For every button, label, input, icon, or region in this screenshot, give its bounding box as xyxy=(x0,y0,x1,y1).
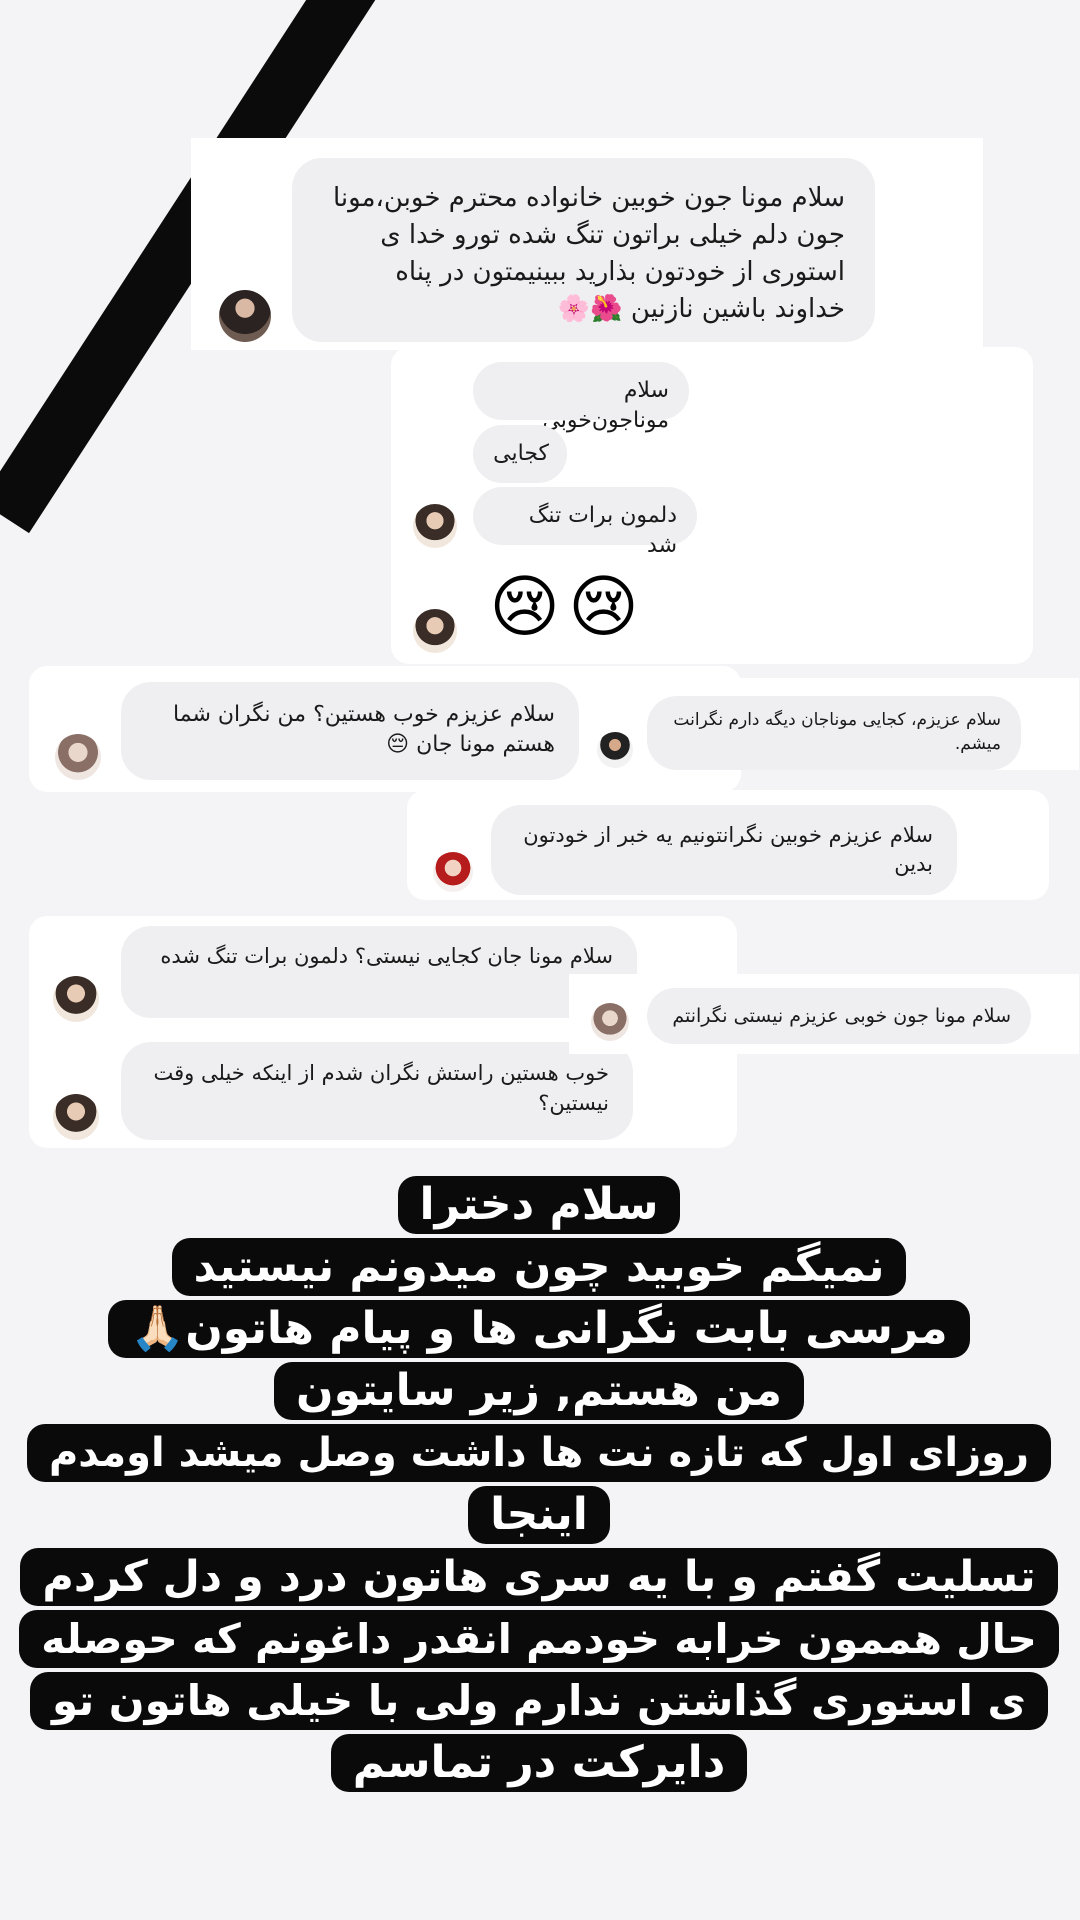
story-line: من هستم, زیر سایتون xyxy=(0,1362,1080,1420)
story-text-block: سلام دخترا نمیگم خوبید چون میدونم نیستید… xyxy=(0,0,1080,1920)
story-line-text: ی استوری گذاشتن ندارم ولی با خیلی هاتون … xyxy=(31,1672,1049,1730)
story-line: مرسی بابت نگرانی ها و پیام هاتون🙏🏻 xyxy=(0,1300,1080,1358)
story-line: اینجا xyxy=(0,1486,1080,1544)
story-line-text: من هستم, زیر سایتون xyxy=(275,1362,805,1420)
story-line-text: اینجا xyxy=(469,1486,611,1544)
story-line-text: مرسی بابت نگرانی ها و پیام هاتون🙏🏻 xyxy=(109,1300,971,1358)
story-line: تسلیت گفتم و با یه سری هاتون درد و دل کر… xyxy=(0,1548,1080,1606)
story-line-text: روزای اول که تازه نت ها داشت وصل میشد او… xyxy=(27,1424,1053,1482)
story-line: سلام دخترا xyxy=(0,1176,1080,1234)
story-line-text: تسلیت گفتم و با یه سری هاتون درد و دل کر… xyxy=(21,1548,1059,1606)
story-line: ی استوری گذاشتن ندارم ولی با خیلی هاتون … xyxy=(0,1672,1080,1730)
story-line: روزای اول که تازه نت ها داشت وصل میشد او… xyxy=(0,1424,1080,1482)
story-line-text: سلام دخترا xyxy=(398,1176,682,1234)
story-line: دایرکت در تماسم xyxy=(0,1734,1080,1792)
story-line-text: دایرکت در تماسم xyxy=(331,1734,749,1792)
story-line-text: نمیگم خوبید چون میدونم نیستید xyxy=(172,1238,908,1296)
story-line: نمیگم خوبید چون میدونم نیستید xyxy=(0,1238,1080,1296)
story-line: حال هممون خرابه خودمم انقدر داغونم که حو… xyxy=(0,1610,1080,1668)
story-line-text: حال هممون خرابه خودمم انقدر داغونم که حو… xyxy=(20,1610,1060,1668)
